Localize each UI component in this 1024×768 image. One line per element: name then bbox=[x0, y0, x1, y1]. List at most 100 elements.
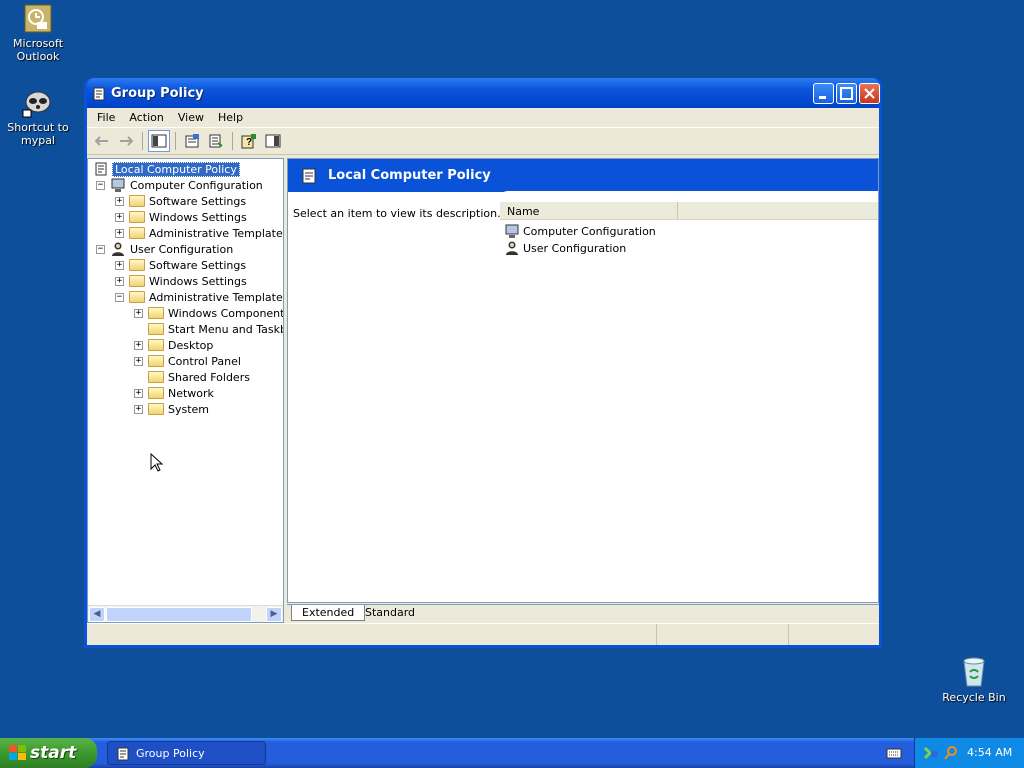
tree-node-label: Network bbox=[168, 386, 214, 400]
tree-node[interactable]: + Network bbox=[134, 385, 214, 401]
expand-toggle[interactable]: + bbox=[134, 356, 143, 366]
expand-toggle[interactable]: + bbox=[134, 404, 143, 414]
tree-node[interactable]: Shared Folders bbox=[148, 369, 250, 385]
group-policy-window[interactable]: Group Policy File Action View Help ? Loc… bbox=[84, 78, 882, 648]
taskbar-item-label: Group Policy bbox=[136, 746, 205, 760]
desktop-icon-outlook[interactable]: Microsoft Outlook bbox=[0, 4, 76, 63]
tree-node[interactable]: + Software Settings bbox=[115, 193, 246, 209]
tree-node[interactable]: Start Menu and Taskbar bbox=[148, 321, 283, 337]
show-hide-tree-button[interactable] bbox=[148, 130, 170, 152]
export-list-icon bbox=[209, 134, 223, 148]
system-tray: 4:54 AM bbox=[914, 738, 1024, 768]
scroll-thumb[interactable] bbox=[106, 607, 252, 622]
maximize-button[interactable] bbox=[836, 83, 857, 104]
export-list-button[interactable] bbox=[205, 130, 227, 152]
list-item[interactable]: Computer Configuration bbox=[504, 223, 656, 239]
action-pane-button[interactable] bbox=[262, 130, 284, 152]
scroll-left-button[interactable]: ◀ bbox=[89, 607, 105, 622]
list-item[interactable]: User Configuration bbox=[504, 240, 626, 256]
folder-icon bbox=[148, 355, 164, 367]
collapse-toggle[interactable]: − bbox=[96, 180, 105, 190]
search-icon[interactable] bbox=[943, 745, 959, 761]
taskbar: start Group Policy 4:54 AM bbox=[0, 738, 1024, 768]
back-button[interactable] bbox=[91, 130, 113, 152]
menu-view[interactable]: View bbox=[171, 108, 211, 127]
outlook-icon bbox=[24, 4, 52, 33]
tree-node[interactable]: + System bbox=[134, 401, 209, 417]
scroll-right-button[interactable]: ▶ bbox=[266, 607, 282, 622]
minimize-button[interactable] bbox=[813, 83, 834, 104]
show-hide-action-pane-icon bbox=[265, 134, 281, 148]
folder-icon bbox=[129, 259, 145, 271]
console-tree[interactable]: Local Computer Policy − Computer Configu… bbox=[87, 158, 284, 623]
properties-button[interactable] bbox=[181, 130, 203, 152]
view-tabs: Extended Standard bbox=[287, 604, 879, 622]
menu-action[interactable]: Action bbox=[122, 108, 170, 127]
expand-toggle[interactable]: + bbox=[115, 196, 124, 206]
folder-icon bbox=[129, 195, 145, 207]
menu-bar: File Action View Help bbox=[87, 108, 879, 128]
tree-node[interactable]: + Administrative Templates bbox=[115, 225, 284, 241]
folder-icon bbox=[129, 227, 145, 239]
details-pane: Local Computer Policy Select an item to … bbox=[287, 158, 879, 603]
collapse-toggle[interactable]: − bbox=[96, 244, 105, 254]
folder-icon bbox=[148, 307, 164, 319]
status-bar bbox=[87, 623, 879, 645]
minimize-icon bbox=[819, 96, 826, 99]
menu-help[interactable]: Help bbox=[211, 108, 250, 127]
tree-node-label: Administrative Templates bbox=[149, 226, 284, 240]
start-button[interactable]: start bbox=[0, 738, 97, 768]
folder-icon bbox=[129, 275, 145, 287]
expand-toggle[interactable]: + bbox=[115, 276, 124, 286]
tree-node[interactable]: + Windows Components bbox=[134, 305, 283, 321]
expand-toggle[interactable]: + bbox=[115, 260, 124, 270]
expand-toggle[interactable]: + bbox=[134, 340, 143, 350]
title-bar[interactable]: Group Policy bbox=[87, 78, 880, 108]
tree-node-label: User Configuration bbox=[130, 242, 234, 256]
tree-node[interactable]: + Windows Settings bbox=[115, 273, 247, 289]
group-policy-app-icon bbox=[93, 87, 105, 101]
tree-horizontal-scrollbar[interactable]: ◀ ▶ bbox=[88, 605, 283, 622]
tree-node-label: Start Menu and Taskbar bbox=[168, 322, 283, 336]
user-icon bbox=[112, 242, 124, 256]
tree-node-label: Computer Configuration bbox=[130, 178, 263, 192]
tree-node[interactable]: − Computer Configuration bbox=[96, 177, 263, 193]
tab-standard[interactable]: Standard bbox=[355, 605, 425, 621]
maximize-icon bbox=[840, 87, 853, 100]
tree-node-label: Windows Settings bbox=[149, 274, 247, 288]
collapse-toggle[interactable]: − bbox=[115, 292, 124, 302]
tree-node[interactable]: + Software Settings bbox=[115, 257, 246, 273]
expand-toggle[interactable]: + bbox=[134, 388, 143, 398]
column-header-name[interactable]: Name bbox=[500, 202, 678, 219]
expand-toggle[interactable]: + bbox=[115, 212, 124, 222]
keyboard-icon[interactable] bbox=[886, 746, 902, 760]
tree-node-label: Shared Folders bbox=[168, 370, 250, 384]
close-button[interactable] bbox=[859, 83, 880, 104]
show-hide-tree-icon bbox=[151, 134, 167, 148]
close-icon bbox=[864, 88, 875, 99]
folder-icon bbox=[148, 371, 164, 383]
help-button[interactable]: ? bbox=[238, 130, 260, 152]
tree-node[interactable]: + Control Panel bbox=[134, 353, 241, 369]
expand-toggle[interactable]: + bbox=[134, 308, 143, 318]
taskbar-item-group-policy[interactable]: Group Policy bbox=[107, 741, 266, 765]
tree-node-label: Administrative Templates bbox=[149, 290, 284, 304]
list-header: Name bbox=[500, 202, 878, 220]
status-panel-2 bbox=[657, 624, 789, 645]
network-icon[interactable] bbox=[923, 745, 939, 761]
menu-file[interactable]: File bbox=[90, 108, 122, 127]
desktop-icon-mypal[interactable]: Shortcut to mypal bbox=[0, 86, 76, 147]
expand-toggle[interactable]: + bbox=[115, 228, 124, 238]
tree-node-label: System bbox=[168, 402, 210, 416]
tree-root[interactable]: Local Computer Policy bbox=[93, 161, 240, 177]
clock[interactable]: 4:54 AM bbox=[967, 746, 1012, 759]
tree-node[interactable]: + Windows Settings bbox=[115, 209, 247, 225]
tree-node[interactable]: − Administrative Templates bbox=[115, 289, 284, 305]
desktop-icon-recycle-bin[interactable]: Recycle Bin bbox=[936, 656, 1012, 704]
help-icon: ? bbox=[241, 134, 256, 149]
tree-node[interactable]: − User Configuration bbox=[96, 241, 233, 257]
folder-icon bbox=[148, 339, 164, 351]
desktop-icon-label: Microsoft Outlook bbox=[12, 37, 64, 63]
tree-node[interactable]: + Desktop bbox=[134, 337, 213, 353]
forward-button[interactable] bbox=[115, 130, 137, 152]
